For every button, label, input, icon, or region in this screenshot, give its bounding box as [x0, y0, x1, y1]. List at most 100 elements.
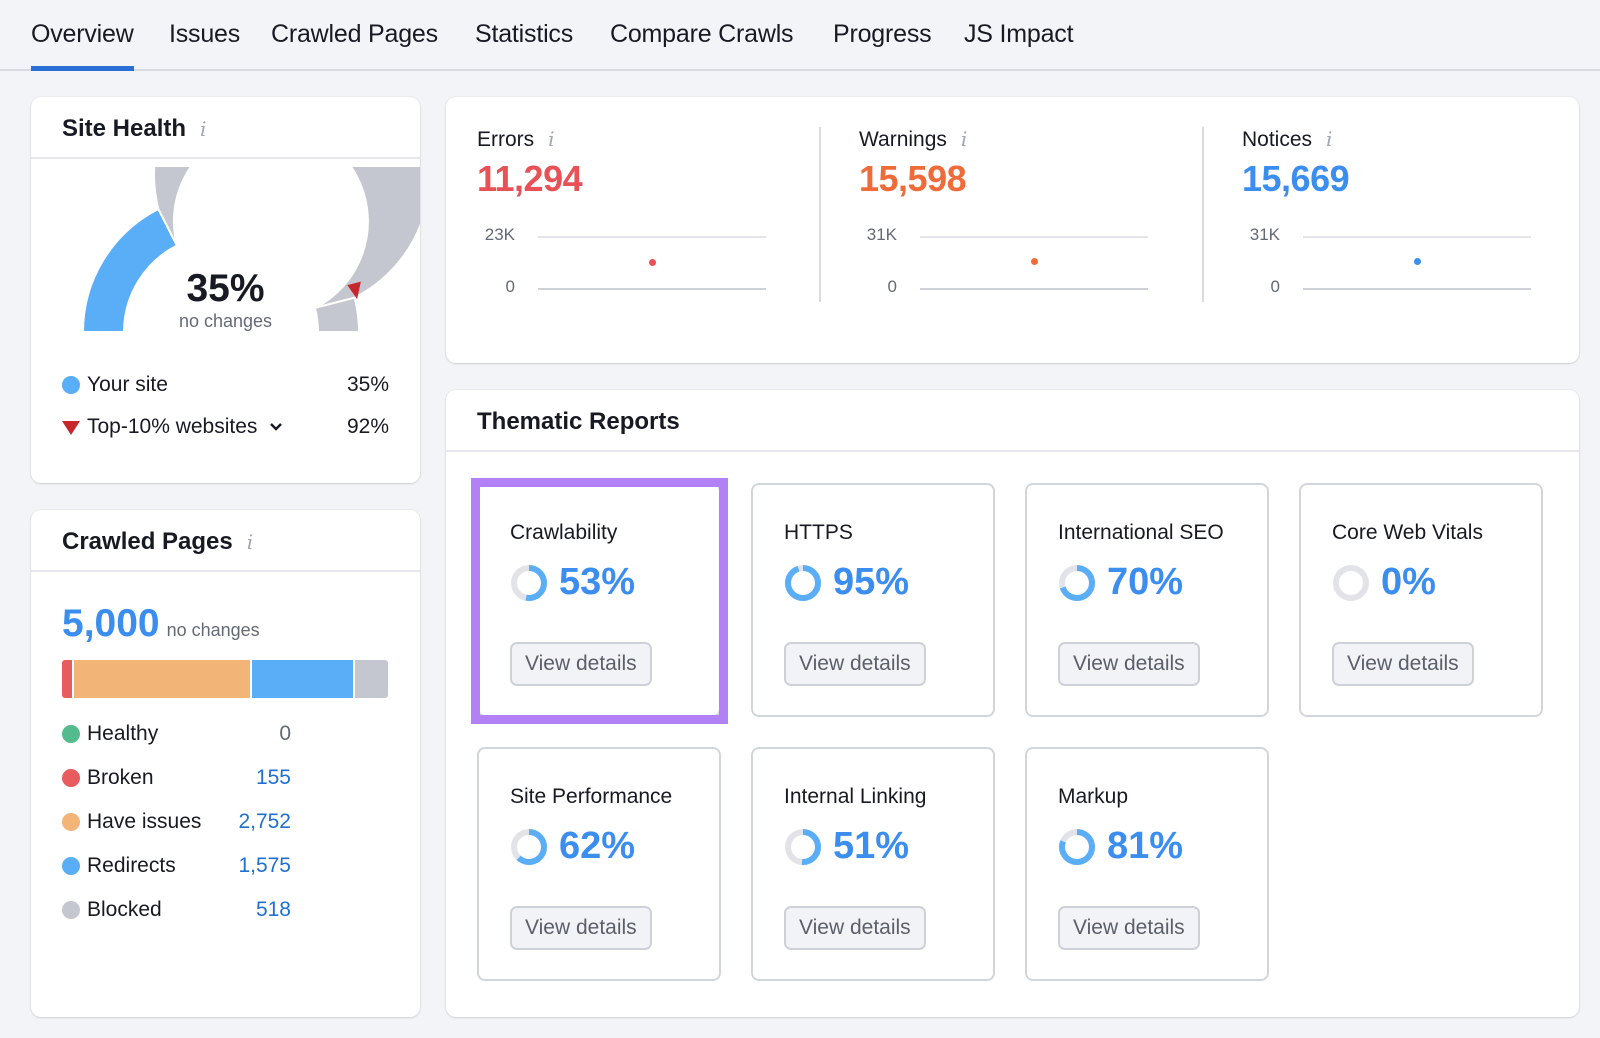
- report-pct: 95%: [833, 561, 910, 603]
- donut-fill: [785, 564, 821, 601]
- crawled-pages-item: Broken: [62, 766, 154, 790]
- donut-progress-icon: [785, 828, 821, 865]
- site-health-card: Site Health i 35% no changes Your site 35…: [31, 97, 420, 483]
- report-card-core-web-vitals: Core Web Vitals 0% View details: [1299, 483, 1543, 717]
- site-health-title: Site Health i: [62, 115, 207, 142]
- warnings-value[interactable]: 15,598: [859, 158, 967, 200]
- tab-compare-crawls[interactable]: Compare Crawls: [610, 20, 794, 49]
- bar-segment-have-issues[interactable]: [73, 660, 251, 698]
- issues-summary-card: Errors i 11,294 Warnings i 15,598 Notices i…: [446, 97, 1579, 363]
- crawled-pages-total[interactable]: 5,000: [62, 602, 160, 646]
- have-issues-dot-icon: [62, 813, 80, 831]
- chevron-down-icon[interactable]: [269, 422, 283, 432]
- view-details-button[interactable]: View details: [510, 906, 652, 950]
- item-value: 0: [279, 722, 291, 745]
- item-label: Healthy: [87, 722, 159, 745]
- view-details-button[interactable]: View details: [1058, 906, 1200, 950]
- site-health-header: Site Health i: [31, 97, 420, 159]
- gridline: [920, 236, 1148, 238]
- site-health-subtitle: no changes: [178, 311, 273, 331]
- item-label: Have issues: [87, 810, 202, 833]
- info-icon[interactable]: i: [1326, 127, 1332, 151]
- legend-top10-websites[interactable]: Top-10% websites: [62, 415, 283, 439]
- donut-progress-icon: [785, 564, 821, 601]
- crawled-pages-item: Healthy: [62, 722, 158, 746]
- crawled-pages-title: Crawled Pages i: [62, 528, 254, 555]
- donut-progress-icon: [1059, 564, 1095, 601]
- errors-data-point[interactable]: [648, 258, 656, 266]
- baseline: [538, 288, 766, 290]
- crawled-pages-header: Crawled Pages i: [31, 510, 420, 572]
- notices-data-point[interactable]: [1413, 258, 1421, 266]
- thematic-reports-header: Thematic Reports: [446, 390, 1579, 452]
- tab-issues[interactable]: Issues: [169, 20, 240, 49]
- info-icon[interactable]: i: [247, 530, 253, 554]
- gridline: [1303, 236, 1531, 238]
- view-details-button[interactable]: View details: [784, 642, 926, 686]
- warnings-data-point[interactable]: [1030, 258, 1038, 266]
- item-value[interactable]: 155: [191, 766, 291, 790]
- report-pct: 70%: [1107, 561, 1184, 603]
- donut-progress-icon: [1333, 564, 1369, 601]
- errors-label: Errors i: [477, 127, 555, 151]
- report-score: 81%: [1058, 825, 1183, 868]
- report-name: International SEO: [1058, 521, 1224, 544]
- bar-segment-redirects[interactable]: [252, 660, 353, 698]
- tab-overview[interactable]: Overview: [31, 20, 134, 71]
- report-pct: 51%: [833, 825, 910, 867]
- errors-value[interactable]: 11,294: [477, 158, 583, 200]
- report-score: 70%: [1058, 561, 1183, 604]
- report-name: HTTPS: [784, 521, 853, 544]
- report-name: Site Performance: [510, 785, 673, 808]
- report-score: 95%: [784, 561, 909, 604]
- view-details-button[interactable]: View details: [1332, 642, 1474, 686]
- your-site-value: 35%: [346, 373, 389, 396]
- notices-value[interactable]: 15,669: [1242, 158, 1350, 200]
- notices-metric: Notices i 15,669: [1242, 127, 1350, 200]
- donut-progress-icon: [511, 828, 547, 865]
- crawled-pages-bar: [62, 660, 388, 698]
- crawled-pages-item: Have issues: [62, 810, 201, 834]
- info-icon[interactable]: i: [961, 127, 967, 151]
- item-value[interactable]: 518: [191, 898, 291, 922]
- item-label: Blocked: [87, 898, 162, 921]
- item-label: Redirects: [87, 854, 176, 877]
- view-details-button[interactable]: View details: [1058, 642, 1200, 686]
- axis-max-label: 31K: [1249, 225, 1280, 244]
- axis-max-label: 31K: [866, 225, 897, 244]
- broken-dot-icon: [62, 769, 80, 787]
- axis-max-label: 23K: [484, 225, 515, 244]
- warnings-metric: Warnings i 15,598: [859, 127, 967, 200]
- info-icon[interactable]: i: [200, 117, 206, 141]
- info-icon[interactable]: i: [548, 127, 554, 151]
- item-label: Broken: [87, 766, 154, 789]
- axis-min-label: 0: [505, 277, 515, 296]
- bar-segment-blocked[interactable]: [354, 660, 388, 698]
- notices-label: Notices i: [1242, 127, 1333, 151]
- bar-segment-broken[interactable]: [62, 660, 72, 698]
- tab-crawled-pages[interactable]: Crawled Pages: [271, 20, 438, 49]
- crawled-pages-card: Crawled Pages i 5,000 no changes Healthy 0…: [31, 510, 420, 1017]
- item-value[interactable]: 1,575: [191, 854, 291, 878]
- crawled-pages-item: Redirects: [62, 854, 176, 878]
- tab-js-impact[interactable]: JS Impact: [964, 20, 1074, 49]
- tab-progress[interactable]: Progress: [833, 20, 932, 49]
- legend-your-site: Your site: [62, 373, 168, 397]
- report-score: 62%: [510, 825, 635, 868]
- gridline: [538, 236, 766, 238]
- item-value[interactable]: 2,752: [191, 810, 291, 834]
- your-site-dot-icon: [62, 376, 80, 394]
- tab-statistics[interactable]: Statistics: [475, 20, 573, 49]
- errors-metric: Errors i 11,294: [477, 127, 583, 200]
- view-details-button[interactable]: View details: [784, 906, 926, 950]
- report-card-internal-linking: Internal Linking 51% View details: [751, 747, 995, 981]
- report-pct: 62%: [559, 825, 636, 867]
- report-score: 51%: [784, 825, 909, 868]
- report-card-site-performance: Site Performance 62% View details: [477, 747, 721, 981]
- axis-min-label: 0: [887, 277, 897, 296]
- report-name: Core Web Vitals: [1332, 521, 1483, 544]
- triangle-down-icon: [62, 421, 80, 435]
- donut-progress-icon: [1059, 828, 1095, 865]
- axis-min-label: 0: [1270, 277, 1280, 296]
- report-name: Markup: [1058, 785, 1129, 808]
